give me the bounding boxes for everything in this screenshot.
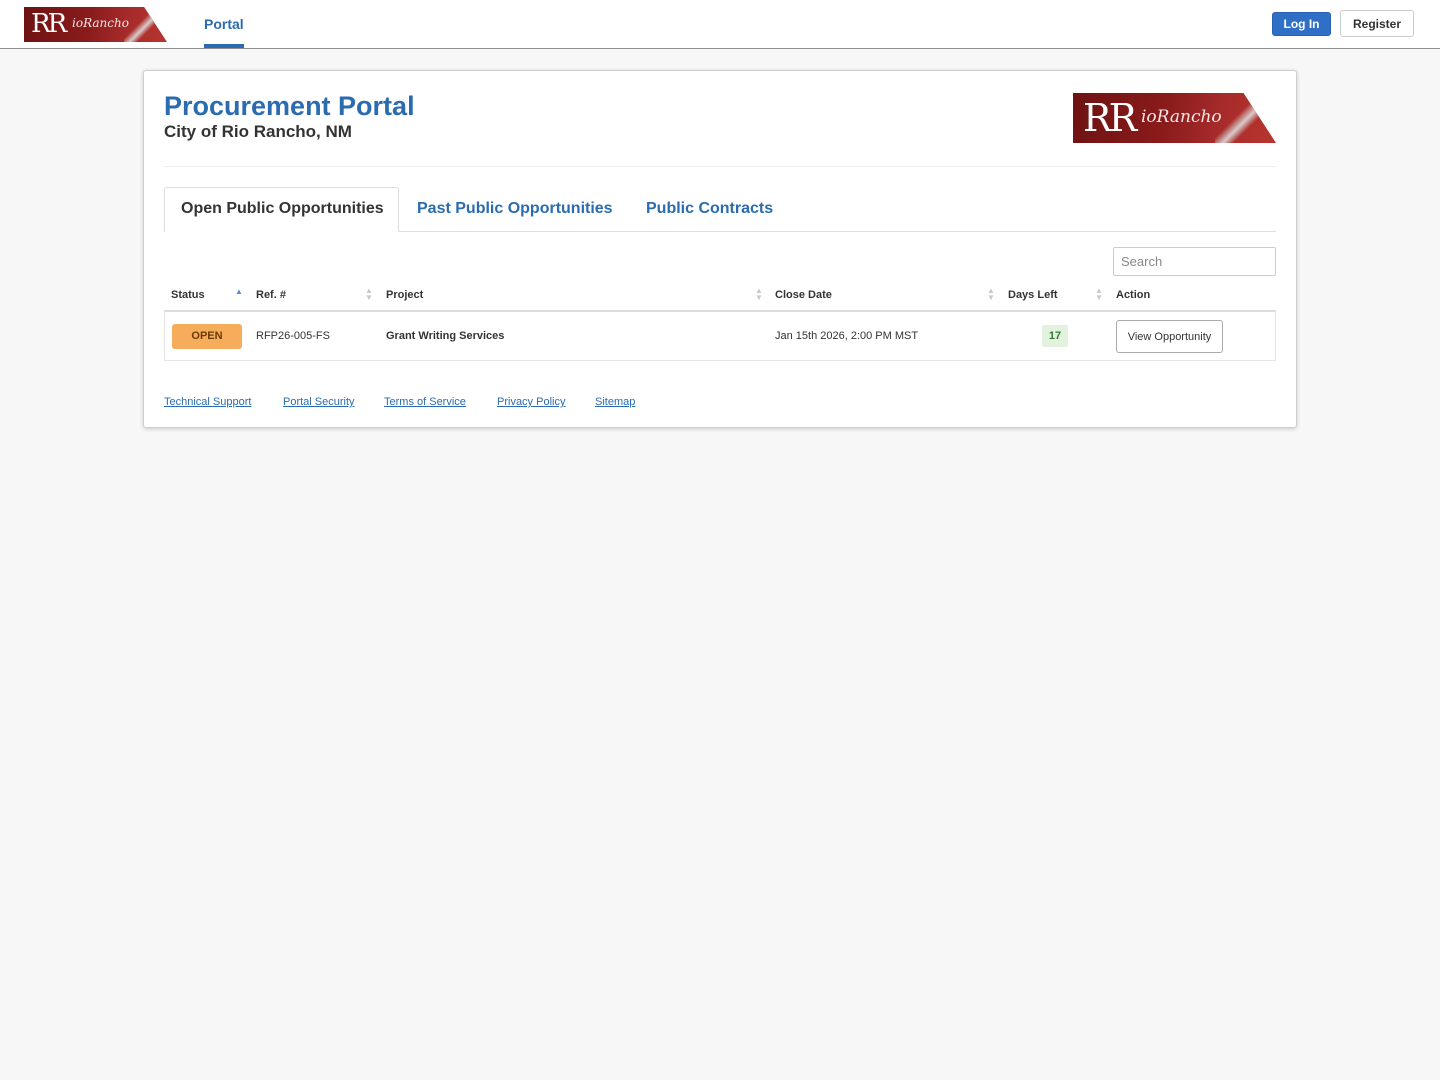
column-header-ref[interactable]: Ref. # [256, 289, 286, 301]
ref-number-cell: RFP26-005-FS [256, 330, 330, 342]
view-opportunity-button[interactable]: View Opportunity [1116, 320, 1223, 353]
register-button[interactable]: Register [1340, 10, 1414, 37]
sort-icon[interactable]: ▲ ▼ [1095, 287, 1103, 302]
project-cell: Grant Writing Services [386, 330, 505, 342]
sort-icon[interactable]: ▲ ▼ [365, 287, 373, 302]
portal-card: Procurement Portal City of Rio Rancho, N… [143, 70, 1297, 428]
search-input[interactable] [1113, 247, 1276, 276]
column-header-days-left[interactable]: Days Left [1008, 289, 1058, 301]
sort-ascending-icon[interactable]: ▲ [235, 288, 243, 296]
top-navbar: RR ioRancho Portal Log In Register [0, 0, 1440, 49]
column-header-status[interactable]: Status [171, 289, 205, 301]
status-badge: OPEN [172, 324, 242, 349]
footer-link-privacy-policy[interactable]: Privacy Policy [497, 396, 565, 408]
days-left-badge: 17 [1042, 325, 1068, 347]
logo-wordmark: ioRancho [72, 16, 129, 30]
page-title: Procurement Portal [164, 91, 415, 121]
close-date-cell: Jan 15th 2026, 2:00 PM MST [775, 330, 919, 342]
footer-link-technical-support[interactable]: Technical Support [164, 396, 251, 408]
nav-active-indicator [204, 44, 244, 48]
logo-wordmark: ioRancho [1141, 107, 1222, 127]
sort-icon[interactable]: ▲ ▼ [987, 287, 995, 302]
tab-open-public-opportunities[interactable]: Open Public Opportunities [164, 187, 399, 232]
tab-public-contracts[interactable]: Public Contracts [646, 200, 773, 218]
column-header-project[interactable]: Project [386, 289, 423, 301]
header-divider [164, 166, 1276, 167]
rio-rancho-logo[interactable]: RR ioRancho [24, 7, 167, 42]
footer-link-portal-security[interactable]: Portal Security [283, 396, 355, 408]
logo-monogram: RR [1083, 96, 1137, 140]
page-subtitle: City of Rio Rancho, NM [164, 122, 352, 141]
rio-rancho-logo-large: RR ioRancho [1073, 93, 1276, 143]
footer-link-sitemap[interactable]: Sitemap [595, 396, 635, 408]
login-button[interactable]: Log In [1272, 12, 1331, 36]
tab-past-public-opportunities[interactable]: Past Public Opportunities [417, 200, 613, 218]
nav-portal-link[interactable]: Portal [204, 16, 244, 32]
footer-link-terms-of-service[interactable]: Terms of Service [384, 396, 466, 408]
table-row [164, 312, 1276, 361]
logo-monogram: RR [31, 9, 67, 39]
sort-icon[interactable]: ▲ ▼ [755, 287, 763, 302]
column-header-close-date[interactable]: Close Date [775, 289, 832, 301]
column-header-action: Action [1116, 289, 1151, 301]
